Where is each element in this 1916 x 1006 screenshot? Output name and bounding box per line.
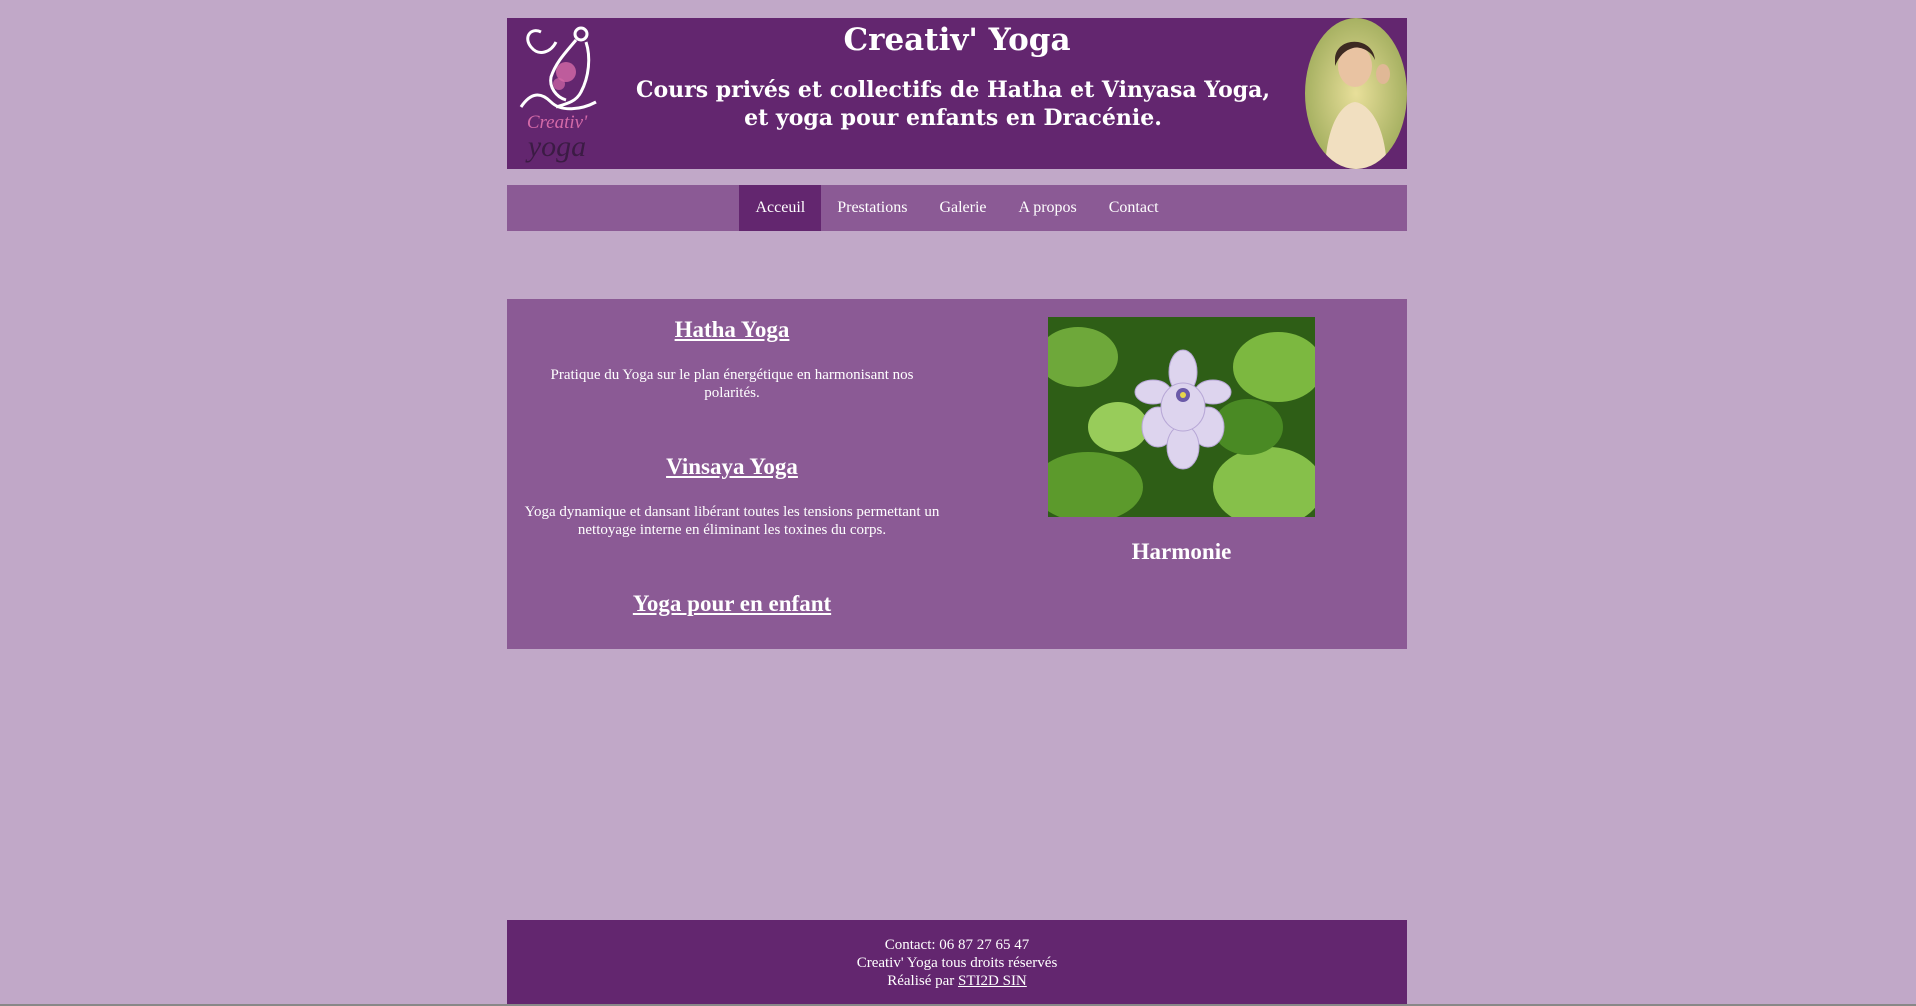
- portrait-image: [1305, 18, 1407, 169]
- footer-credits: Réalisé par STI2D SIN: [507, 972, 1407, 990]
- site-subtitle: Cours privés et collectifs de Hatha et V…: [635, 77, 1271, 131]
- image-caption: Harmonie: [1131, 539, 1232, 564]
- site-footer: Contact: 06 87 27 65 47 Creativ' Yoga to…: [507, 920, 1407, 1006]
- main-content: Hatha Yoga Pratique du Yoga sur le plan …: [507, 299, 1407, 649]
- nav-item-a-propos[interactable]: A propos: [1003, 185, 1093, 231]
- footer-contact: Contact: 06 87 27 65 47: [884, 937, 1030, 953]
- footer-credits-link[interactable]: STI2D SIN: [958, 973, 1027, 989]
- logo-text-yoga: yoga: [525, 130, 586, 163]
- footer-made-by-label: Réalisé par: [887, 973, 955, 989]
- nav-item-contact[interactable]: Contact: [1093, 185, 1175, 231]
- nav-item-galerie[interactable]: Galerie: [923, 185, 1002, 231]
- footer-rights: Creativ' Yoga tous droits réservés: [856, 955, 1058, 971]
- main-navigation: Acceuil Prestations Galerie A propos Con…: [507, 185, 1407, 231]
- flower-image: [1048, 317, 1315, 517]
- nav-item-prestations[interactable]: Prestations: [821, 185, 923, 231]
- hatha-yoga-description: Pratique du Yoga sur le plan énergétique…: [550, 367, 914, 401]
- hatha-yoga-link[interactable]: Hatha Yoga: [507, 317, 957, 343]
- yoga-enfant-link[interactable]: Yoga pour en enfant: [507, 591, 957, 617]
- vinsaya-yoga-description: Yoga dynamique et dansant libérant toute…: [524, 504, 940, 538]
- nav-item-acceuil[interactable]: Acceuil: [739, 185, 822, 231]
- site-header: Creativ' yoga Creativ' Yoga Cours privés…: [507, 18, 1407, 169]
- site-title: Creativ' Yoga: [843, 22, 1071, 58]
- vinsaya-yoga-link[interactable]: Vinsaya Yoga: [507, 454, 957, 480]
- page-container: Creativ' yoga Creativ' Yoga Cours privés…: [507, 18, 1407, 649]
